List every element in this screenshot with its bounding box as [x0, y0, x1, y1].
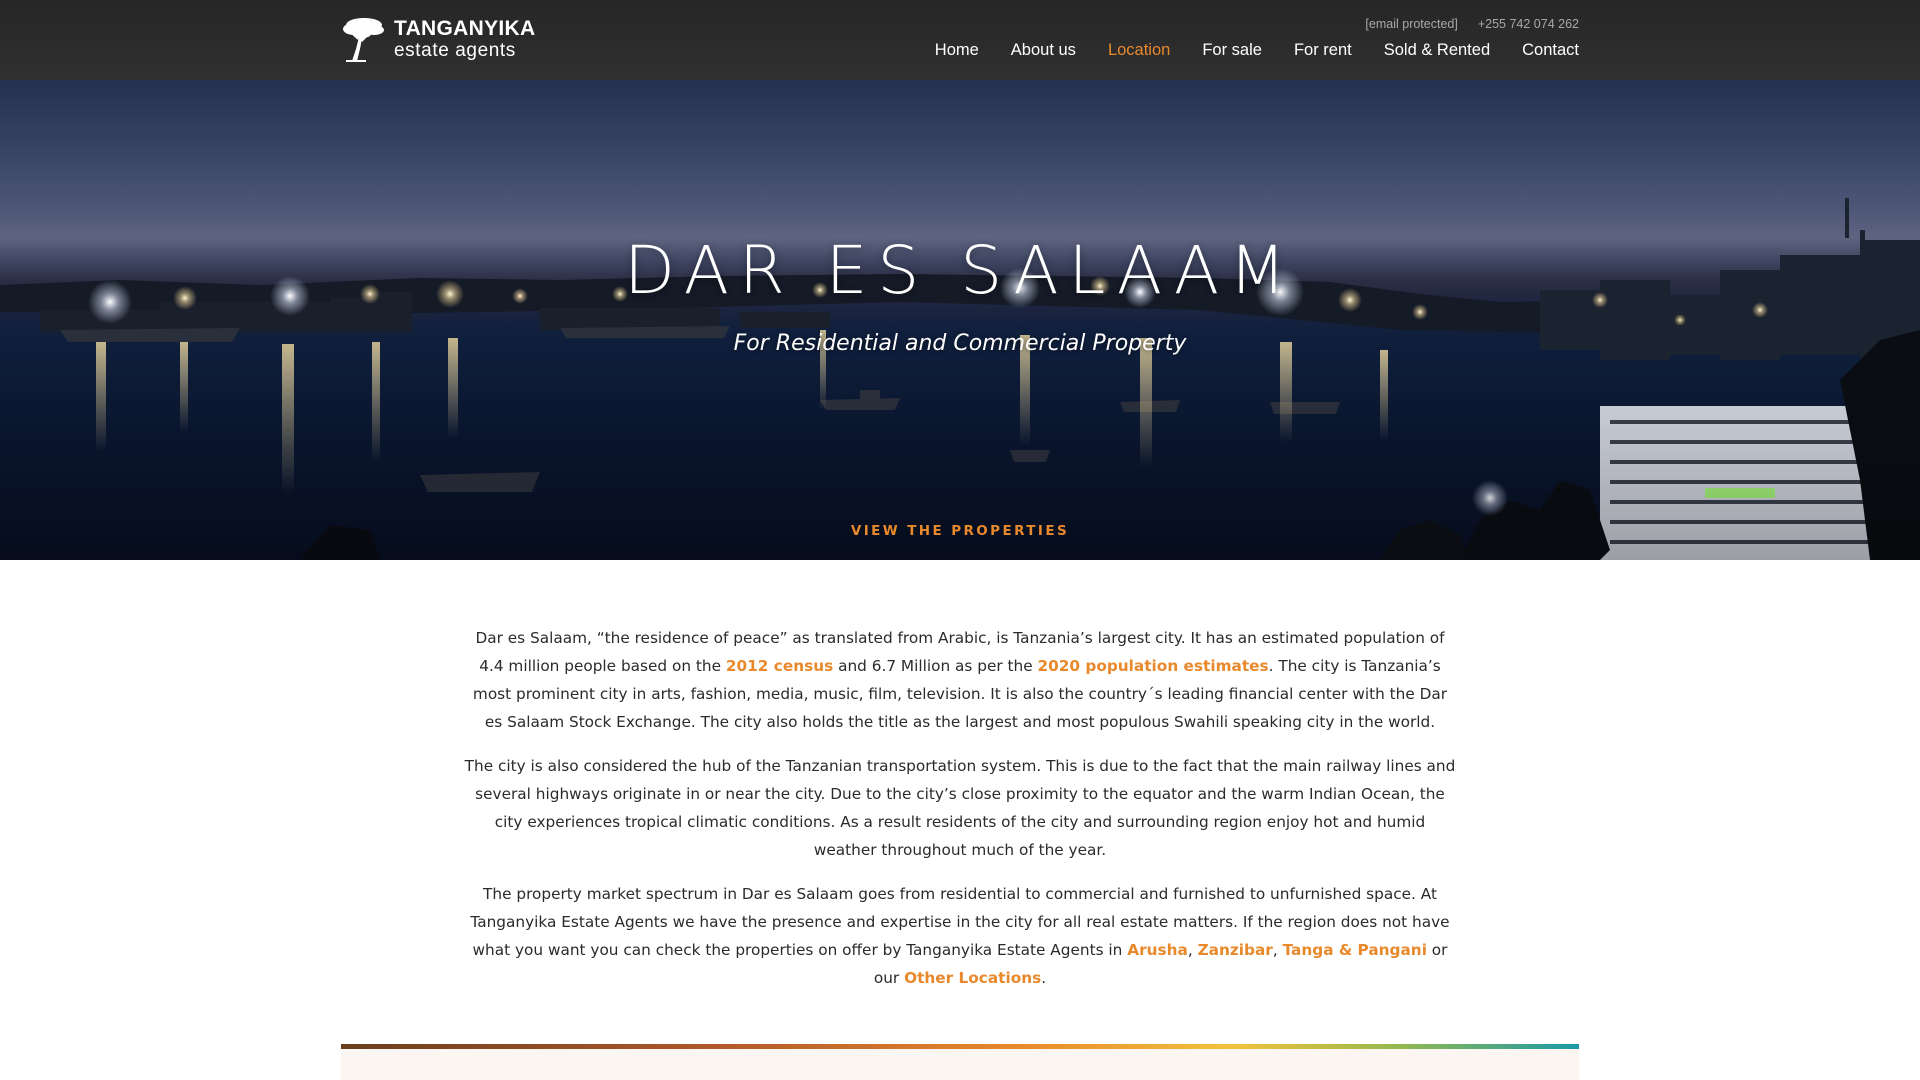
text-fragment: .: [1041, 969, 1047, 987]
paragraph-property-market: The property market spectrum in Dar es S…: [462, 880, 1458, 992]
tanga-pangani-link[interactable]: Tanga & Pangani: [1283, 941, 1427, 959]
contact-line: [email protected] +255 742 074 262: [1365, 17, 1579, 31]
zanzibar-link[interactable]: Zanzibar: [1198, 941, 1273, 959]
contact-phone[interactable]: +255 742 074 262: [1478, 17, 1579, 31]
location-description: Dar es Salaam, “the residence of peace” …: [462, 624, 1458, 1008]
paragraph-intro: Dar es Salaam, “the residence of peace” …: [462, 624, 1458, 736]
nav-item-home[interactable]: Home: [935, 41, 979, 60]
text-fragment: and 6.7 Million as per the: [833, 657, 1038, 675]
population-estimates-2020-link[interactable]: 2020 population estimates: [1037, 657, 1268, 675]
site-header: TANGANYIKA estate agents [email protecte…: [0, 0, 1920, 80]
hero-subtitle: For Residential and Commercial Property: [733, 331, 1187, 356]
other-locations-link[interactable]: Other Locations: [904, 969, 1041, 987]
main-nav: Home About us Location For sale For rent…: [935, 41, 1579, 60]
paragraph-transport: The city is also considered the hub of t…: [464, 757, 1456, 859]
nav-item-location[interactable]: Location: [1108, 41, 1170, 60]
nav-item-for-sale[interactable]: For sale: [1202, 41, 1262, 60]
brand-tagline: estate agents: [394, 40, 516, 61]
acacia-tree-icon: [343, 18, 384, 62]
view-properties-link[interactable]: VIEW THE PROPERTIES: [851, 523, 1069, 539]
hero-banner: DAR ES SALAAM For Residential and Commer…: [0, 80, 1920, 560]
census-2012-link[interactable]: 2012 census: [726, 657, 833, 675]
hero-cta: VIEW THE PROPERTIES: [0, 520, 1920, 539]
site-logo[interactable]: TANGANYIKA estate agents: [340, 14, 535, 64]
arusha-link[interactable]: Arusha: [1127, 941, 1188, 959]
footer-panel: [341, 1049, 1579, 1080]
brand-name: TANGANYIKA: [394, 17, 536, 40]
hero-title: DAR ES SALAAM: [624, 232, 1296, 309]
text-fragment: ,: [1272, 941, 1283, 959]
nav-item-for-rent[interactable]: For rent: [1294, 41, 1352, 60]
contact-email[interactable]: [email protected]: [1365, 17, 1457, 31]
nav-item-contact[interactable]: Contact: [1522, 41, 1579, 60]
text-fragment: ,: [1187, 941, 1198, 959]
nav-item-sold-rented[interactable]: Sold & Rented: [1384, 41, 1490, 60]
logo-text: TANGANYIKA estate agents: [394, 18, 535, 60]
nav-item-about-us[interactable]: About us: [1011, 41, 1076, 60]
harbor-night-photo: [0, 198, 1920, 560]
